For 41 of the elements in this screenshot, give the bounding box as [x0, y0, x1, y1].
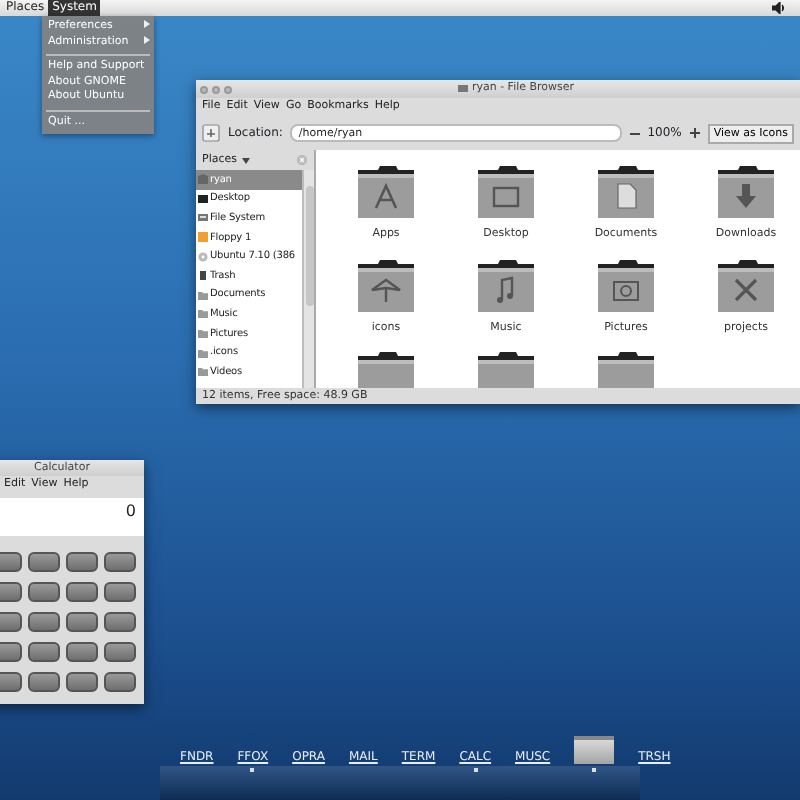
- calculator-key[interactable]: [66, 672, 98, 692]
- trash-icon: [198, 270, 208, 281]
- calculator-key[interactable]: [66, 552, 98, 572]
- starburst-folder-icon: [354, 257, 418, 312]
- calculator-key[interactable]: [28, 552, 60, 572]
- tools-folder-icon: [714, 257, 778, 312]
- zoom-out-icon: [629, 128, 640, 138]
- calculator-key[interactable]: [28, 582, 60, 602]
- home-icon: [198, 174, 208, 185]
- calculator-key[interactable]: [28, 612, 60, 632]
- folder-icon: [474, 350, 538, 388]
- calculator-key[interactable]: [28, 642, 60, 662]
- documents-folder-icon: [594, 164, 658, 218]
- up-folder-icon: [202, 124, 220, 142]
- drive-icon: [198, 212, 208, 223]
- calculator-key[interactable]: [104, 552, 136, 572]
- calculator-key[interactable]: [66, 642, 98, 662]
- apps-folder-icon: [354, 164, 418, 218]
- calculator-key[interactable]: [104, 612, 136, 632]
- music-folder-icon: [474, 257, 538, 312]
- desktop-folder-icon: [474, 164, 538, 218]
- calculator-key[interactable]: [28, 672, 60, 692]
- zoom-in-icon: [689, 128, 700, 138]
- floppy-icon: [198, 232, 208, 243]
- calculator-key[interactable]: [66, 612, 98, 632]
- calculator-key[interactable]: [104, 672, 136, 692]
- speaker-icon: [772, 2, 786, 14]
- close-icon: [296, 154, 308, 166]
- folder-icon: [354, 350, 418, 388]
- dropdown-caret-icon: [241, 157, 249, 163]
- calculator-key[interactable]: [104, 582, 136, 602]
- calculator-key[interactable]: [104, 642, 136, 662]
- camera-folder-icon: [594, 257, 658, 312]
- folder-icon: [594, 350, 658, 388]
- window-thumbnail[interactable]: [574, 736, 615, 764]
- folder-icon: [457, 83, 468, 92]
- scrollbar[interactable]: [302, 170, 314, 388]
- desktop-icon: [198, 193, 208, 204]
- downloads-folder-icon: [714, 164, 778, 218]
- calculator-key[interactable]: [66, 582, 98, 602]
- calculator-display: 0: [0, 497, 144, 536]
